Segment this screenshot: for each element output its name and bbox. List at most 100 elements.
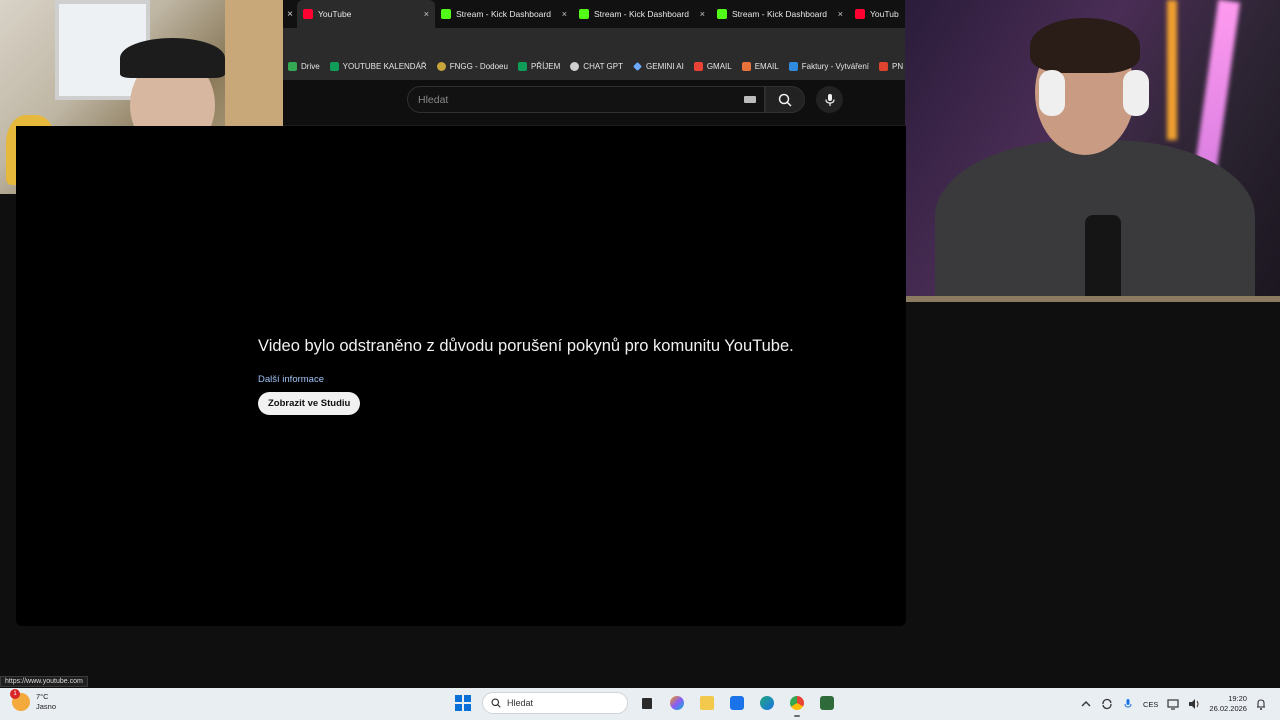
webcam-person-hair xyxy=(1030,18,1140,73)
taskbar-app-terminal[interactable] xyxy=(816,692,838,714)
taskbar-app-outlook[interactable] xyxy=(726,692,748,714)
language-indicator[interactable]: CES xyxy=(1143,700,1158,709)
system-tray: CES 19:20 26.02.2026 xyxy=(1080,694,1266,714)
weather-temperature: 7°C xyxy=(36,692,49,701)
bookmark-gemini[interactable]: GEMINI AI xyxy=(633,62,684,71)
headphones-icon xyxy=(1039,70,1065,116)
fngg-icon xyxy=(436,61,446,71)
sheets-icon xyxy=(329,61,339,71)
email-icon xyxy=(741,61,751,71)
bookmark-label: GEMINI AI xyxy=(646,61,684,71)
close-icon[interactable]: × xyxy=(283,9,297,20)
windows-logo-icon xyxy=(455,704,462,711)
clock[interactable]: 19:20 26.02.2026 xyxy=(1209,694,1247,714)
clock-time: 19:20 xyxy=(1228,694,1247,703)
chatgpt-icon xyxy=(570,61,580,71)
bookmark-pn[interactable]: PN xyxy=(879,61,904,71)
clock-date: 26.02.2026 xyxy=(1209,704,1247,713)
bookmark-gmail[interactable]: GMAIL xyxy=(693,61,732,71)
bookmark-email[interactable]: EMAIL xyxy=(741,61,779,71)
bookmark-label: GMAIL xyxy=(706,61,732,71)
bookmark-fngg[interactable]: FNGG - Dodoeu xyxy=(436,61,508,71)
taskbar-app-copilot[interactable] xyxy=(666,692,688,714)
search-button[interactable] xyxy=(765,86,805,113)
taskbar: 1 7°C Jasno Hledat CES 19:20 26.02.2026 xyxy=(0,688,1280,720)
windows-logo-icon xyxy=(464,695,471,702)
taskbar-app-file-explorer[interactable] xyxy=(636,692,658,714)
bookmark-chatgpt[interactable]: CHAT GPT xyxy=(570,61,624,71)
close-icon[interactable]: × xyxy=(424,9,429,19)
notification-badge: 1 xyxy=(10,689,20,699)
weather-widget[interactable]: 1 7°C Jasno xyxy=(10,689,57,712)
youtube-icon xyxy=(855,9,865,19)
taskbar-apps: Hledat xyxy=(452,692,838,717)
gmail-icon xyxy=(693,61,703,71)
close-icon[interactable]: × xyxy=(700,9,705,19)
notification-bell-icon[interactable] xyxy=(1256,698,1266,710)
tab-bar: × YouTube × Stream - Kick Dashboard × St… xyxy=(283,0,905,28)
youtube-masthead: Hledat xyxy=(283,80,905,126)
tab-label: Stream - Kick Dashboard xyxy=(732,9,827,19)
bookmark-label: Drive xyxy=(301,61,320,71)
kick-icon xyxy=(717,9,727,19)
gemini-icon xyxy=(633,61,642,71)
sheets-icon xyxy=(517,61,527,71)
tab-label: YouTub xyxy=(870,9,899,19)
bookmark-label: FNGG - Dodoeu xyxy=(449,61,508,71)
search-icon xyxy=(491,698,501,708)
bookmark-label: PŘÍJEM xyxy=(530,61,561,71)
video-removed-message: Video bylo odstraněno z důvodu porušení … xyxy=(258,337,794,355)
faktury-icon xyxy=(788,61,798,71)
bookmark-drive[interactable]: Drive xyxy=(288,61,320,71)
windows-logo-icon xyxy=(455,695,462,702)
tab-label: Stream - Kick Dashboard xyxy=(456,9,551,19)
bookmark-label: PN xyxy=(892,61,904,71)
bookmark-faktury[interactable]: Faktury - Vytváření xyxy=(788,61,869,71)
terminal-icon xyxy=(820,696,834,710)
taskbar-app-folder[interactable] xyxy=(696,692,718,714)
network-icon[interactable] xyxy=(1167,698,1180,710)
webcam-headset xyxy=(120,38,225,78)
search-placeholder: Hledat xyxy=(418,93,449,106)
tab-kick-dashboard[interactable]: Stream - Kick Dashboard × xyxy=(435,0,573,28)
search-icon xyxy=(778,93,792,107)
start-button[interactable] xyxy=(452,692,474,714)
copilot-icon xyxy=(670,696,684,710)
volume-icon[interactable] xyxy=(1188,698,1200,710)
bookmark-label: CHAT GPT xyxy=(583,61,624,71)
address-bar[interactable] xyxy=(283,28,905,52)
close-icon[interactable]: × xyxy=(562,9,567,19)
webcam-neon-light xyxy=(1167,0,1177,140)
bookmark-prijem[interactable]: PŘÍJEM xyxy=(517,61,561,71)
chevron-up-icon[interactable] xyxy=(1080,698,1092,710)
weather-description: Jasno xyxy=(36,702,57,711)
file-explorer-icon xyxy=(642,698,652,709)
tab-kick-dashboard[interactable]: Stream - Kick Dashboard × xyxy=(573,0,711,28)
browser-window: × YouTube × Stream - Kick Dashboard × St… xyxy=(283,0,905,126)
video-player[interactable]: Video bylo odstraněno z důvodu porušení … xyxy=(16,126,906,626)
bookmark-youtube-kalendar[interactable]: YOUTUBE KALENDÁŘ xyxy=(329,61,427,71)
tab-label: Stream - Kick Dashboard xyxy=(594,9,689,19)
edge-icon xyxy=(760,696,774,710)
keyboard-icon[interactable] xyxy=(744,96,756,103)
tab-youtube-2[interactable]: YouTub xyxy=(849,0,905,28)
tab-label: YouTube xyxy=(318,9,352,19)
tab-youtube[interactable]: YouTube × xyxy=(297,0,435,28)
voice-search-button[interactable] xyxy=(816,86,843,113)
windows-logo-icon xyxy=(464,704,471,711)
tab-kick-dashboard[interactable]: Stream - Kick Dashboard × xyxy=(711,0,849,28)
more-info-link[interactable]: Další informace xyxy=(258,374,324,385)
taskbar-search[interactable]: Hledat xyxy=(482,692,628,714)
bookmarks-bar: Drive YOUTUBE KALENDÁŘ FNGG - Dodoeu PŘÍ… xyxy=(283,52,905,80)
taskbar-app-chrome[interactable] xyxy=(786,692,808,717)
close-icon[interactable]: × xyxy=(838,9,843,19)
sync-icon[interactable] xyxy=(1101,698,1113,710)
taskbar-app-edge[interactable] xyxy=(756,692,778,714)
pn-icon xyxy=(879,61,889,71)
microphone-icon[interactable] xyxy=(1122,698,1134,710)
view-in-studio-button[interactable]: Zobrazit ve Studiu xyxy=(258,392,361,415)
webcam-right xyxy=(905,0,1280,302)
kick-icon xyxy=(579,9,589,19)
desktop: × YouTube × Stream - Kick Dashboard × St… xyxy=(0,0,1280,720)
search-input[interactable]: Hledat xyxy=(407,86,765,113)
